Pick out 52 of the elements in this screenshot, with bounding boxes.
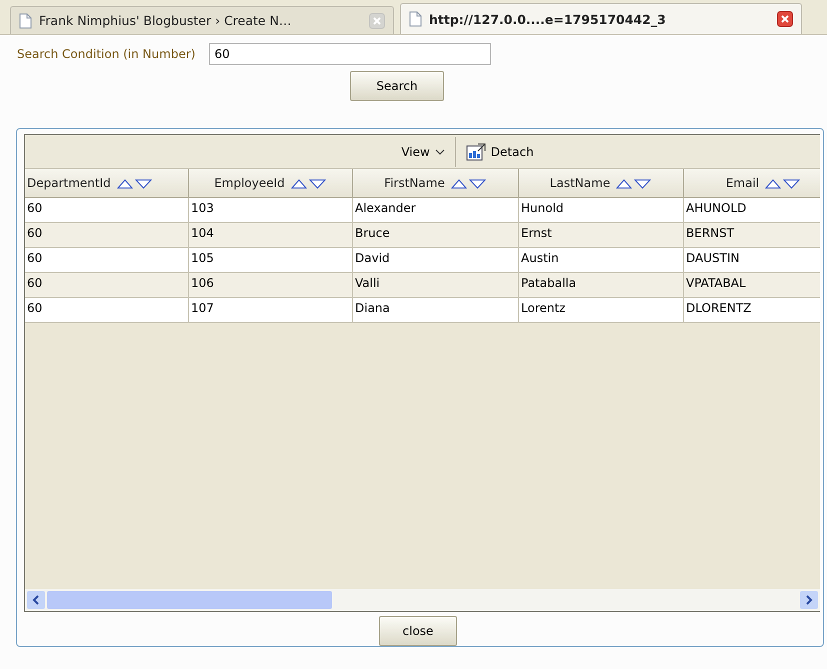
table-cell: 60 — [25, 198, 189, 222]
browser-tab[interactable]: http://127.0.0....e=1795170442_3 — [400, 3, 802, 34]
page-icon — [19, 12, 32, 28]
view-menu[interactable]: View — [397, 142, 449, 160]
table-cell: BERNST — [684, 223, 820, 247]
table-cell: DAUSTIN — [684, 248, 820, 272]
sort-icon[interactable] — [116, 177, 153, 189]
column-header[interactable]: DepartmentId — [25, 169, 189, 197]
table-cell: 104 — [189, 223, 353, 247]
close-button[interactable]: close — [379, 616, 457, 646]
table-cell: Valli — [353, 273, 519, 297]
browser-tab[interactable]: Frank Nimphius' Blogbuster › Create N… — [10, 6, 394, 34]
table-cell: Alexander — [353, 198, 519, 222]
table-cell: 60 — [25, 248, 189, 272]
column-header[interactable]: Email — [684, 169, 820, 197]
scrollbar-thumb[interactable] — [47, 591, 332, 609]
column-header[interactable]: FirstName — [353, 169, 519, 197]
table-cell: DLORENTZ — [684, 298, 820, 322]
column-header[interactable]: LastName — [519, 169, 684, 197]
table-cell: David — [353, 248, 519, 272]
table-cell: Austin — [519, 248, 684, 272]
scroll-left-icon[interactable] — [27, 591, 45, 609]
sort-icon[interactable] — [765, 177, 802, 189]
table-cell: Diana — [353, 298, 519, 322]
search-button[interactable]: Search — [350, 71, 444, 101]
table-cell: Ernst — [519, 223, 684, 247]
table-cell: 106 — [189, 273, 353, 297]
search-field[interactable]: 60 — [209, 43, 492, 65]
table-cell: Bruce — [353, 223, 519, 247]
table-cell: VPATABAL — [684, 273, 820, 297]
table-cell: Lorentz — [519, 298, 684, 322]
column-header[interactable]: EmployeeId — [189, 169, 353, 197]
horizontal-scrollbar[interactable] — [25, 589, 820, 611]
caret-icon — [434, 148, 445, 154]
table-cell: 60 — [25, 273, 189, 297]
detach-icon — [466, 142, 486, 160]
table-cell: AHUNOLD — [684, 198, 820, 222]
table-cell: 107 — [189, 298, 353, 322]
table-cell: Hunold — [519, 198, 684, 222]
close-icon[interactable] — [777, 11, 793, 27]
sort-icon[interactable] — [290, 177, 327, 189]
table-cell: 60 — [25, 298, 189, 322]
scroll-right-icon[interactable] — [800, 591, 818, 609]
table-cell: 105 — [189, 248, 353, 272]
page-icon — [409, 11, 422, 27]
table-cell: 60 — [25, 223, 189, 247]
sort-icon[interactable] — [616, 177, 652, 189]
sort-icon[interactable] — [450, 177, 487, 189]
detach-button[interactable]: Detach — [462, 140, 538, 162]
table-cell: 103 — [189, 198, 353, 222]
search-label: Search Condition (in Number) — [17, 47, 196, 61]
table-cell: Pataballa — [519, 273, 684, 297]
